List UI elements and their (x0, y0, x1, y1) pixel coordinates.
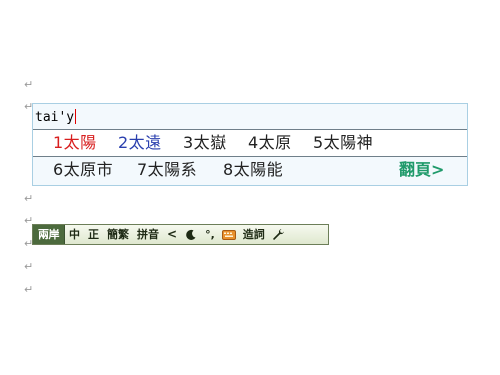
ime-status-toolbar: 兩岸 中 正 簡繁 拼音 < °, 造詞 (32, 224, 329, 245)
moon-icon[interactable] (181, 225, 201, 244)
candidate-row-1: 1太陽 2太遠 3太嶽 4太原 5太陽神 (33, 130, 467, 157)
paragraph-mark: ↵ (24, 283, 34, 296)
candidate-item[interactable]: 4太原 (248, 134, 292, 152)
paragraph-mark: ↵ (24, 260, 34, 273)
punctuation-toggle[interactable]: °, (201, 225, 219, 244)
candidate-item[interactable]: 7太陽系 (137, 161, 197, 179)
candidate-item[interactable]: 3太嶽 (183, 134, 227, 152)
chinese-english-toggle[interactable]: 中 (65, 225, 84, 244)
keyboard-icon[interactable] (219, 225, 239, 244)
document-page[interactable]: ↵ ↵ ↵ ↵ ↵ ↵ ↵ tai'y 1太陽 2太遠 3太嶽 4太原 5太陽神… (0, 0, 500, 375)
candidate-item[interactable]: 8太陽能 (223, 161, 283, 179)
input-mode-badge[interactable]: 兩岸 (33, 225, 65, 244)
composition-text: tai'y (35, 109, 77, 125)
candidate-item[interactable]: 5太陽神 (313, 134, 373, 152)
candidate-item[interactable]: 1太陽 (53, 134, 97, 152)
candidate-item[interactable]: 6太原市 (53, 161, 113, 179)
composition-row: tai'y (33, 104, 467, 130)
candidate-item[interactable]: 2太遠 (118, 134, 162, 152)
pinyin-mode-button[interactable]: 拼音 (133, 225, 163, 244)
text-caret (75, 109, 77, 124)
paragraph-mark: ↵ (24, 78, 34, 91)
next-page-button[interactable]: 翻頁> (399, 161, 444, 179)
candidate-row-2: 6太原市 7太陽系 8太陽能 翻頁> (33, 157, 467, 185)
create-word-button[interactable]: 造詞 (239, 225, 269, 244)
zheng-toggle[interactable]: 正 (84, 225, 103, 244)
paragraph-mark: ↵ (24, 192, 34, 205)
ime-candidate-window: tai'y 1太陽 2太遠 3太嶽 4太原 5太陽神 6太原市 7太陽系 8太陽… (32, 103, 468, 186)
chevron-left-icon[interactable]: < (163, 225, 181, 244)
wrench-icon[interactable] (269, 225, 289, 244)
simplified-traditional-toggle[interactable]: 簡繁 (103, 225, 133, 244)
composition-string: tai'y (35, 110, 75, 125)
